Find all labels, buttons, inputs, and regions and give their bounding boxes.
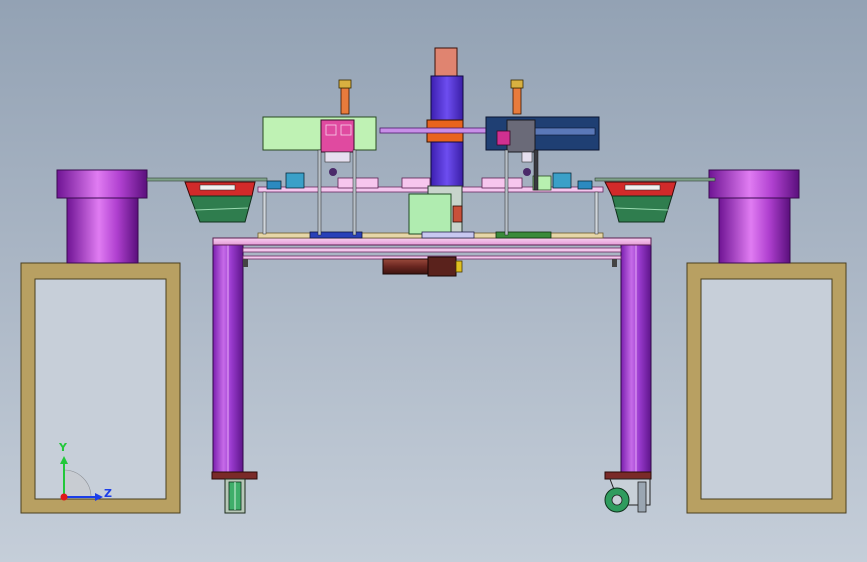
right-press-head[interactable] [485, 79, 600, 236]
left-base-frame[interactable] [20, 262, 181, 514]
machine-drawing [20, 47, 847, 514]
left-feed-track[interactable] [146, 177, 268, 223]
leveling-foot[interactable] [224, 478, 246, 514]
cad-viewport[interactable]: Y Z [0, 0, 867, 562]
center-lift-column[interactable] [379, 47, 491, 239]
caster-wheel[interactable] [604, 478, 651, 513]
right-feed-track[interactable] [594, 177, 716, 223]
left-press-head[interactable] [262, 79, 377, 236]
right-vibratory-bowl[interactable] [708, 169, 800, 264]
left-vibratory-bowl[interactable] [56, 169, 148, 264]
y-axis-label: Y [59, 441, 67, 454]
right-base-frame[interactable] [686, 262, 847, 514]
servo-motor[interactable] [382, 256, 463, 277]
z-axis-label: Z [104, 487, 112, 500]
